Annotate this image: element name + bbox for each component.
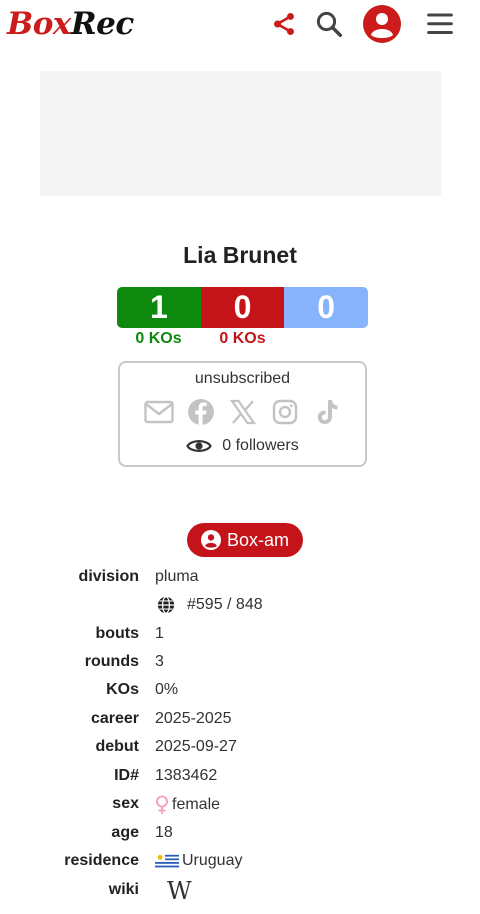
detail-row-id: ID# 1383462 [0, 763, 480, 791]
career-value: 2025-2025 [155, 710, 232, 727]
division-label: division [78, 568, 139, 585]
ad-placeholder [40, 71, 441, 196]
id-value: 1383462 [155, 767, 218, 784]
menu-icon[interactable] [422, 6, 458, 42]
career-label: career [90, 710, 139, 727]
subscription-card: unsubscribed 0 followers [118, 361, 367, 467]
kos-value: 0% [155, 681, 179, 698]
subscription-status[interactable]: unsubscribed [120, 370, 365, 388]
debut-label: debut [95, 738, 139, 755]
detail-row-kos: KOs 0% [0, 677, 480, 705]
sex-label: sex [112, 795, 139, 812]
residence-value: Uruguay [182, 852, 243, 869]
residence-label: residence [64, 852, 139, 869]
detail-row-residence: residence Uruguay [0, 848, 480, 876]
id-label: ID# [114, 767, 139, 784]
detail-row-career: career 2025-2025 [0, 706, 480, 734]
division-value[interactable]: pluma [155, 568, 199, 586]
uruguay-flag-icon [155, 853, 179, 869]
box-am-label: Box-am [226, 529, 289, 550]
record-bar: 1 0 0 [117, 287, 368, 328]
x-icon[interactable] [228, 397, 258, 427]
logo-box-text: Box [7, 6, 71, 42]
wiki-link[interactable]: W [155, 877, 192, 909]
boxrec-logo[interactable]: BoxRec [7, 6, 134, 42]
detail-row-debut: debut 2025-09-27 [0, 734, 480, 762]
age-label: age [111, 824, 139, 841]
box-am-badge[interactable]: Box-am [187, 523, 303, 557]
rank-value: #595 / 848 [187, 596, 263, 613]
top-header: BoxRec [0, 0, 480, 52]
followers-row: 0 followers [120, 437, 365, 455]
globe-icon [157, 596, 175, 614]
followers-count: 0 followers [222, 437, 299, 454]
boxer-name: Lia Brunet [183, 242, 297, 268]
wiki-label: wiki [108, 881, 139, 898]
wikipedia-icon: W [167, 877, 192, 905]
detail-row-division: division pluma [0, 564, 480, 592]
search-icon[interactable] [311, 6, 347, 42]
rounds-label: rounds [84, 653, 139, 670]
bouts-value: 1 [155, 625, 164, 642]
debut-value[interactable]: 2025-09-27 [155, 738, 237, 756]
female-symbol-icon [156, 795, 168, 814]
email-icon[interactable] [143, 397, 174, 427]
residence-cell[interactable]: Uruguay [155, 852, 242, 870]
age-value: 18 [155, 824, 173, 841]
detail-row-wiki: wiki W [0, 877, 480, 905]
logo-rec-text: Rec [70, 6, 134, 42]
detail-row-sex: sex female [0, 791, 480, 819]
share-icon[interactable] [266, 6, 302, 42]
eye-icon [186, 440, 213, 452]
kos-label: KOs [106, 681, 139, 698]
sex-value: female [172, 796, 221, 813]
tiktok-icon[interactable] [312, 397, 342, 427]
rounds-value: 3 [155, 653, 164, 670]
losses-count: 0 [200, 287, 285, 328]
rank-cell[interactable]: #595 / 848 [157, 596, 263, 614]
sex-cell: female [155, 795, 220, 815]
loss-kos: 0 KOs [219, 330, 266, 347]
instagram-icon[interactable] [270, 397, 300, 427]
user-circle-icon [200, 530, 221, 550]
social-icons-row [120, 397, 365, 427]
detail-row-rounds: rounds 3 [0, 649, 480, 677]
draws-count: 0 [284, 287, 368, 328]
wins-count: 1 [117, 287, 201, 328]
facebook-icon[interactable] [186, 397, 216, 427]
win-kos: 0 KOs [135, 330, 182, 347]
user-account-icon[interactable] [362, 4, 402, 44]
detail-row-rank: #595 / 848 [0, 592, 480, 620]
detail-row-bouts: bouts 1 [0, 621, 480, 649]
detail-row-age: age 18 [0, 820, 480, 848]
bouts-label: bouts [95, 625, 139, 642]
